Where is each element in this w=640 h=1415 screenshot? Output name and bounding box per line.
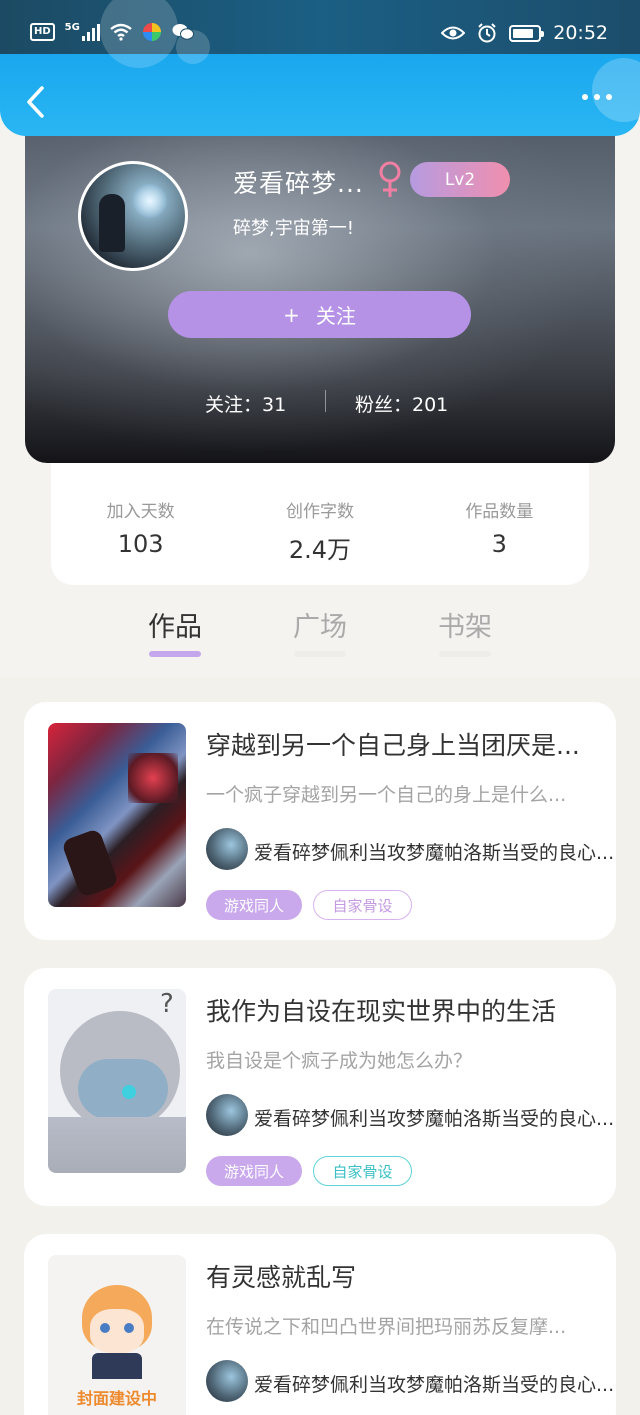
work-description: 在传说之下和凹凸世界间把玛丽苏反复摩... <box>206 1316 567 1338</box>
stat-label: 作品数量 <box>465 502 534 522</box>
question-mark-doodle: ? <box>160 989 174 1019</box>
header-bar: HD 5G 20:52 <box>0 0 640 136</box>
work-author: 爱看碎梦佩利当攻梦魔帕洛斯当受的良心... <box>254 1108 615 1130</box>
tab-bookshelf[interactable]: 书架 <box>425 605 505 657</box>
work-description: 一个疯子穿越到另一个自己的身上是什么... <box>206 784 567 806</box>
stat-works-count: 作品数量 3 <box>424 497 574 585</box>
stat-label: 创作字数 <box>285 502 354 522</box>
work-title: 有灵感就乱写 <box>206 1263 357 1292</box>
decor-bubble <box>592 58 640 122</box>
tab-label: 书架 <box>438 612 492 643</box>
eye-icon <box>441 26 466 40</box>
tag-original-setting[interactable]: 自家骨设 <box>313 1156 412 1186</box>
author-avatar <box>206 828 248 870</box>
work-cover[interactable] <box>48 723 186 907</box>
author-avatar <box>206 1094 248 1136</box>
stat-join-days: 加入天数 103 <box>66 497 216 585</box>
tag-game-fanfic[interactable]: 游戏同人 <box>206 890 302 920</box>
signal-icon <box>81 23 100 41</box>
work-title: 穿越到另一个自己身上当团厌是... <box>206 731 580 760</box>
battery-icon <box>509 24 545 42</box>
status-right: 20:52 <box>441 22 608 44</box>
work-card[interactable]: ? 我作为自设在现实世界中的生活 我自设是个疯子成为她怎么办？ 爱看碎梦佩利当攻… <box>24 968 616 1206</box>
wechat-icon <box>172 24 194 40</box>
work-card[interactable]: 穿越到另一个自己身上当团厌是... 一个疯子穿越到另一个自己的身上是什么... … <box>24 702 616 940</box>
stat-value: 3 <box>491 530 507 558</box>
follow-button[interactable]: + 关注 <box>168 291 471 338</box>
following-count[interactable]: 关注：31 <box>205 390 286 417</box>
plus-icon: + <box>283 302 300 327</box>
profile-motto: 碎梦,宇宙第一! <box>233 218 354 239</box>
work-author: 爱看碎梦佩利当攻梦魔帕洛斯当受的良心... <box>254 842 615 864</box>
profile-card: 爱看碎梦... Lv2 碎梦,宇宙第一! + 关注 关注：31 粉丝：201 <box>25 100 615 463</box>
tab-square[interactable]: 广场 <box>280 605 360 657</box>
tab-indicator <box>294 651 346 657</box>
stat-divider <box>325 390 326 412</box>
back-arrow-icon <box>27 86 44 118</box>
stat-value: 103 <box>117 530 164 558</box>
stat-label: 加入天数 <box>106 502 175 522</box>
tag-game-fanfic[interactable]: 游戏同人 <box>206 1156 302 1186</box>
work-cover[interactable]: 封面建设中 <box>48 1255 186 1415</box>
author-avatar <box>206 1360 248 1402</box>
network-label: 5G <box>64 22 80 33</box>
female-icon <box>379 161 401 197</box>
work-title: 我作为自设在现实世界中的生活 <box>206 997 557 1026</box>
cover-placeholder-text: 封面建设中 <box>76 1389 157 1408</box>
app-pinwheel-icon <box>142 23 161 41</box>
hd-badge: HD <box>30 23 55 41</box>
tab-label: 作品 <box>148 612 202 643</box>
work-description: 我自设是个疯子成为她怎么办？ <box>206 1050 473 1072</box>
status-left: HD 5G <box>30 22 194 42</box>
work-card[interactable]: 封面建设中 有灵感就乱写 在传说之下和凹凸世界间把玛丽苏反复摩... 爱看碎梦佩… <box>24 1234 616 1415</box>
tab-indicator <box>439 651 491 657</box>
tab-indicator <box>149 651 201 657</box>
work-cover[interactable]: ? <box>48 989 186 1173</box>
avatar[interactable] <box>78 161 188 271</box>
stat-word-count: 创作字数 2.4万 <box>245 497 395 585</box>
work-author: 爱看碎梦佩利当攻梦魔帕洛斯当受的良心... <box>254 1374 615 1396</box>
profile-nickname: 爱看碎梦... <box>233 169 364 198</box>
status-bar: HD 5G 20:52 <box>0 0 640 68</box>
tab-label: 广场 <box>293 612 347 643</box>
follow-button-label: 关注 <box>315 304 356 328</box>
status-time: 20:52 <box>553 22 608 44</box>
level-badge: Lv2 <box>410 162 510 197</box>
wifi-icon <box>110 23 132 41</box>
more-icon[interactable] <box>582 94 612 100</box>
tag-original-setting[interactable]: 自家骨设 <box>313 890 412 920</box>
tab-works[interactable]: 作品 <box>135 605 215 657</box>
back-button[interactable] <box>20 82 50 122</box>
alarm-icon <box>478 23 496 43</box>
fans-count[interactable]: 粉丝：201 <box>355 390 448 417</box>
stats-card: 加入天数 103 创作字数 2.4万 作品数量 3 <box>51 463 589 585</box>
stat-value: 2.4万 <box>288 536 352 564</box>
tab-bar: 作品 广场 书架 <box>0 585 640 677</box>
